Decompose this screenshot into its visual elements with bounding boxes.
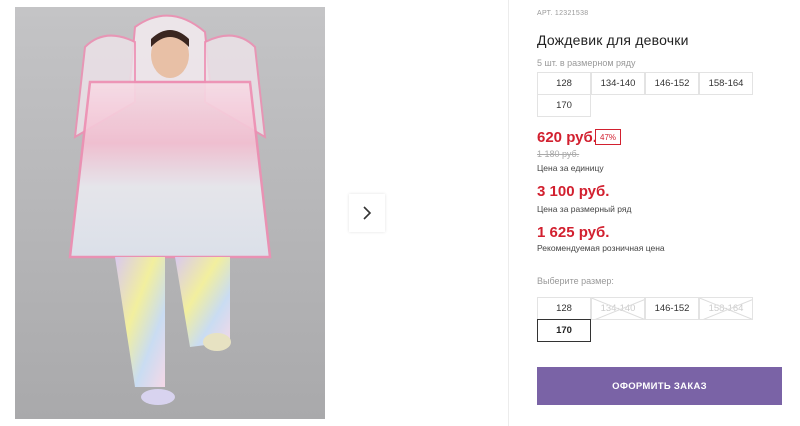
column-divider — [508, 0, 509, 426]
size-option[interactable]: 146-152 — [645, 297, 699, 320]
product-page: АРТ. 12321538 Дождевик для девочки 5 шт.… — [0, 0, 800, 426]
retail-price-caption: Рекомендуемая розничная цена — [537, 243, 665, 253]
discount-badge: 47% — [595, 129, 622, 145]
range-size-chip: 158-164 — [699, 72, 753, 95]
article-number: АРТ. 12321538 — [537, 10, 589, 17]
range-size-chip: 128 — [537, 72, 591, 95]
size-option: 158-164 — [699, 297, 753, 320]
old-price: 1 180 руб. — [537, 149, 580, 159]
chevron-right-icon — [363, 206, 372, 220]
size-option[interactable]: 170 — [537, 319, 591, 342]
size-option[interactable]: 128 — [537, 297, 591, 320]
unit-price: 620 руб. — [537, 129, 597, 146]
size-option: 134-140 — [591, 297, 645, 320]
pack-note: 5 шт. в размерном ряду — [537, 58, 636, 68]
next-image-button[interactable] — [349, 194, 385, 232]
product-title: Дождевик для девочки — [537, 32, 689, 48]
unit-price-caption: Цена за единицу — [537, 163, 604, 173]
range-size-chip: 134-140 — [591, 72, 645, 95]
product-photo[interactable] — [15, 7, 325, 419]
product-gallery — [0, 0, 508, 426]
range-sizes: 128 134-140 146-152 158-164 170 — [537, 72, 753, 117]
order-button[interactable]: ОФОРМИТЬ ЗАКАЗ — [537, 367, 782, 405]
range-size-chip: 146-152 — [645, 72, 699, 95]
retail-price: 1 625 руб. — [537, 224, 610, 241]
choose-size-label: Выберите размер: — [537, 276, 614, 286]
range-size-chip: 170 — [537, 94, 591, 117]
range-price: 3 100 руб. — [537, 183, 610, 200]
size-selector: 128 134-140 146-152 158-164 170 — [537, 297, 753, 342]
range-price-caption: Цена за размерный ряд — [537, 204, 632, 214]
